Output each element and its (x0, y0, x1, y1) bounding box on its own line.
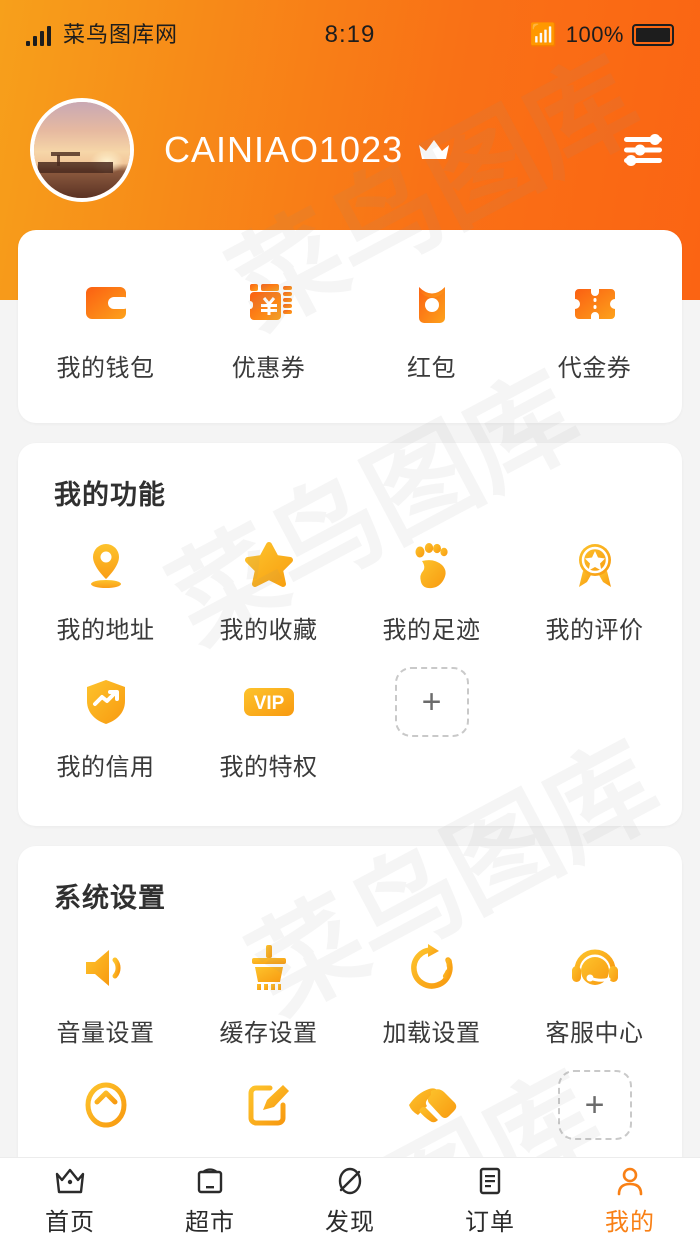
order-list-icon (475, 1166, 505, 1196)
function-item-vip[interactable]: VIP 我的特权 (187, 655, 350, 792)
function-item-credit[interactable]: 我的信用 (24, 655, 187, 792)
functions-card-title: 我的功能 (54, 480, 166, 510)
medal-icon (569, 534, 621, 596)
voucher-ticket-icon (567, 272, 623, 334)
setting-item-volume[interactable]: 音量设置 (24, 921, 187, 1058)
plus-icon: + (394, 667, 469, 737)
brush-clean-icon (243, 937, 295, 999)
wallet-item-voucher[interactable]: 代金券 (513, 256, 676, 393)
wallet-item-label: 优惠券 (231, 355, 306, 382)
volume-speaker-icon (78, 937, 134, 999)
setting-item-loading[interactable]: 加载设置 (350, 921, 513, 1058)
plus-icon: + (557, 1070, 632, 1140)
refresh-loading-icon (406, 937, 458, 999)
shield-chart-icon (81, 671, 131, 733)
add-dashed-box: + (557, 1070, 632, 1140)
arrow-up-circle-icon (80, 1074, 132, 1136)
wallet-grid: 我的钱包 优惠券 红包 代金券 (18, 256, 682, 393)
store-bag-icon (194, 1166, 226, 1196)
function-item-label: 我的地址 (56, 617, 155, 644)
function-item-label: 我的特权 (219, 754, 318, 781)
footprint-icon (409, 534, 455, 596)
setting-item-label: 加载设置 (382, 1020, 481, 1047)
wallet-item-coupon[interactable]: 优惠券 (187, 256, 350, 393)
location-pin-icon (80, 534, 132, 596)
function-item-label: 我的足迹 (382, 617, 481, 644)
tab-home[interactable]: 首页 (0, 1166, 140, 1237)
functions-card: 我的功能 我的地址 我的收藏 我的足迹 我的评价 我的信用 VIP 我的特权 + (18, 443, 682, 826)
functions-grid: 我的地址 我的收藏 我的足迹 我的评价 我的信用 VIP 我的特权 + (18, 518, 682, 792)
setting-item-cache[interactable]: 缓存设置 (187, 921, 350, 1058)
wallet-item-label: 代金券 (557, 355, 632, 382)
function-item-favorites[interactable]: 我的收藏 (187, 518, 350, 655)
setting-item-label: 客服中心 (545, 1020, 644, 1047)
tab-discover-label: 发现 (325, 1209, 375, 1236)
function-item-address[interactable]: 我的地址 (24, 518, 187, 655)
setting-item-label: 音量设置 (56, 1020, 155, 1047)
settings-grid: 音量设置 缓存设置 加载设置 客服中心 + (18, 921, 682, 1195)
discover-compass-icon (334, 1166, 366, 1196)
tab-profile[interactable]: 我的 (560, 1166, 700, 1237)
coupon-icon (241, 272, 297, 334)
handshake-icon (403, 1074, 461, 1136)
home-crown-icon (53, 1166, 87, 1196)
mobile-screen: 菜鸟图库网 8:19 📶 100% CAINIAO1023 我的钱包 优惠券 红… (0, 0, 700, 1245)
star-icon (241, 534, 297, 596)
tab-supermarket[interactable]: 超市 (140, 1166, 280, 1237)
function-item-footprints[interactable]: 我的足迹 (350, 518, 513, 655)
headset-support-icon (566, 937, 624, 999)
setting-item-label: 缓存设置 (219, 1020, 318, 1047)
function-item-label: 我的信用 (56, 754, 155, 781)
svg-text:VIP: VIP (253, 693, 284, 714)
setting-item-support[interactable]: 客服中心 (513, 921, 676, 1058)
tab-home-label: 首页 (45, 1209, 95, 1236)
red-packet-icon (404, 272, 460, 334)
user-profile-icon (615, 1166, 645, 1196)
function-add-button[interactable]: + (350, 655, 513, 792)
edit-pencil-icon (243, 1074, 295, 1136)
vip-badge-icon: VIP (238, 671, 300, 733)
bottom-tab-bar: 首页 超市 发现 订单 我的 (0, 1157, 700, 1245)
tab-profile-label: 我的 (605, 1209, 655, 1236)
tab-orders[interactable]: 订单 (420, 1166, 560, 1237)
tab-orders-label: 订单 (465, 1209, 515, 1236)
settings-card-title: 系统设置 (54, 883, 166, 913)
wallet-card: 我的钱包 优惠券 红包 代金券 (18, 230, 682, 423)
wallet-item-red-packet[interactable]: 红包 (350, 256, 513, 393)
tab-discover[interactable]: 发现 (280, 1166, 420, 1237)
wallet-item-label: 红包 (407, 355, 456, 382)
function-item-label: 我的收藏 (219, 617, 318, 644)
wallet-item-label: 我的钱包 (56, 355, 155, 382)
add-dashed-box: + (394, 667, 469, 737)
function-item-label: 我的评价 (545, 617, 644, 644)
tab-supermarket-label: 超市 (185, 1209, 235, 1236)
function-item-reviews[interactable]: 我的评价 (513, 518, 676, 655)
scroll-content: 我的钱包 优惠券 红包 代金券 我的功能 我的地址 我的收藏 我的足迹 我的评价… (0, 0, 700, 1245)
wallet-item-my-wallet[interactable]: 我的钱包 (24, 256, 187, 393)
wallet-icon (78, 272, 134, 334)
